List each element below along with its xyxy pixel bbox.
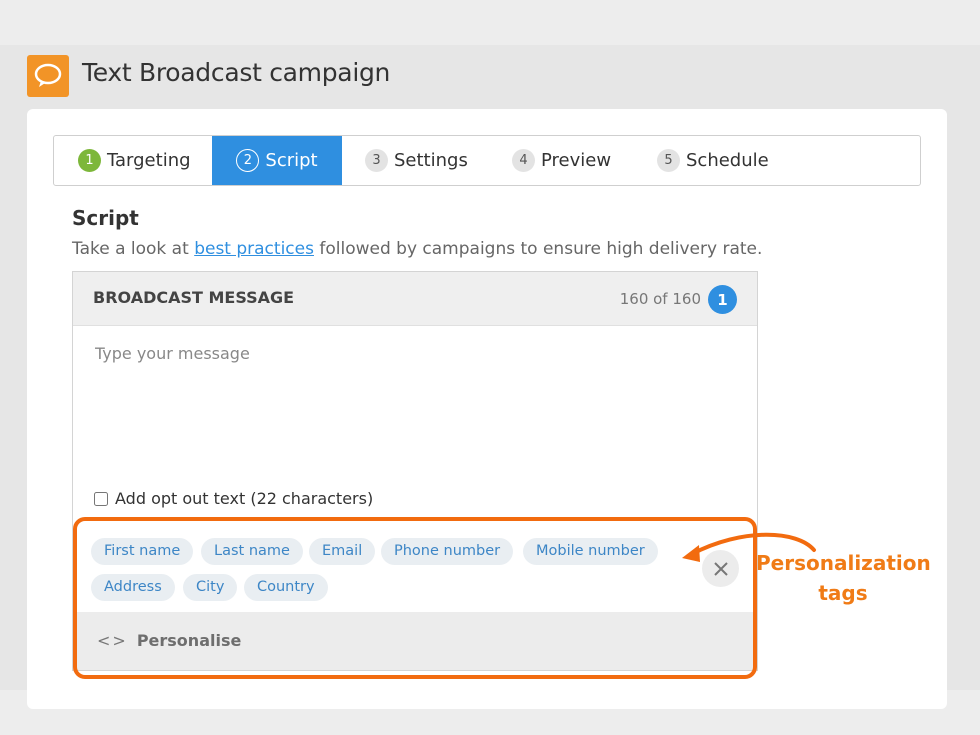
code-icon: <> (97, 631, 128, 650)
tag-address[interactable]: Address (91, 574, 175, 601)
personalise-label: Personalise (136, 631, 242, 650)
tab-label: Schedule (686, 150, 769, 171)
tag-email[interactable]: Email (309, 538, 376, 565)
tag-country[interactable]: Country (244, 574, 328, 601)
step-tabs: 1 Targeting 2 Script 3 Settings 4 Previe… (53, 135, 921, 186)
step-number: 5 (657, 149, 680, 172)
tag-city[interactable]: City (183, 574, 238, 601)
tab-targeting[interactable]: 1 Targeting (78, 136, 191, 185)
personalise-bar: <> Personalise (73, 612, 757, 670)
step-number: 4 (512, 149, 535, 172)
script-description: Take a look at best practices followed b… (72, 239, 762, 259)
message-input[interactable] (95, 344, 725, 474)
tab-preview[interactable]: 4 Preview (512, 136, 611, 185)
callout-line-2: tags (818, 581, 868, 605)
step-number: 3 (365, 149, 388, 172)
tab-script[interactable]: 2 Script (212, 136, 342, 185)
tag-last-name[interactable]: Last name (201, 538, 303, 565)
callout-line-1: Personalization (756, 551, 931, 575)
character-count: 160 of 160 (619, 290, 701, 308)
tab-settings[interactable]: 3 Settings (365, 136, 468, 185)
speech-bubble-icon (27, 55, 69, 97)
script-heading: Script (72, 206, 139, 230)
step-number: 1 (78, 149, 101, 172)
opt-out-option[interactable]: Add opt out text (22 characters) (94, 489, 373, 508)
tab-schedule[interactable]: 5 Schedule (657, 136, 769, 185)
desc-text-before: Take a look at (72, 239, 189, 259)
opt-out-label: Add opt out text (22 characters) (115, 489, 374, 508)
tab-label: Targeting (107, 150, 191, 171)
message-header: BROADCAST MESSAGE 160 of 160 1 (73, 272, 757, 326)
opt-out-checkbox[interactable] (94, 491, 108, 506)
page-title: Text Broadcast campaign (82, 58, 391, 87)
sms-count-badge: 1 (708, 285, 737, 314)
broadcast-message-panel: BROADCAST MESSAGE 160 of 160 1 Add opt o… (72, 271, 758, 671)
message-title: BROADCAST MESSAGE (93, 288, 295, 307)
desc-text-after: followed by campaigns to ensure high del… (319, 239, 763, 259)
tag-first-name[interactable]: First name (91, 538, 194, 565)
tab-label: Script (265, 150, 318, 171)
tag-phone-number[interactable]: Phone number (381, 538, 514, 565)
tab-label: Settings (394, 150, 468, 171)
top-band (0, 0, 980, 45)
personalization-tags: First name Last name Email Phone number … (73, 525, 757, 613)
personalise-button[interactable]: <> Personalise (97, 631, 241, 650)
tag-mobile-number[interactable]: Mobile number (523, 538, 658, 565)
best-practices-link[interactable]: best practices (194, 239, 314, 259)
personalization-tags-callout: Personalization tags (756, 548, 931, 608)
tab-label: Preview (541, 150, 612, 171)
step-number: 2 (236, 149, 260, 172)
